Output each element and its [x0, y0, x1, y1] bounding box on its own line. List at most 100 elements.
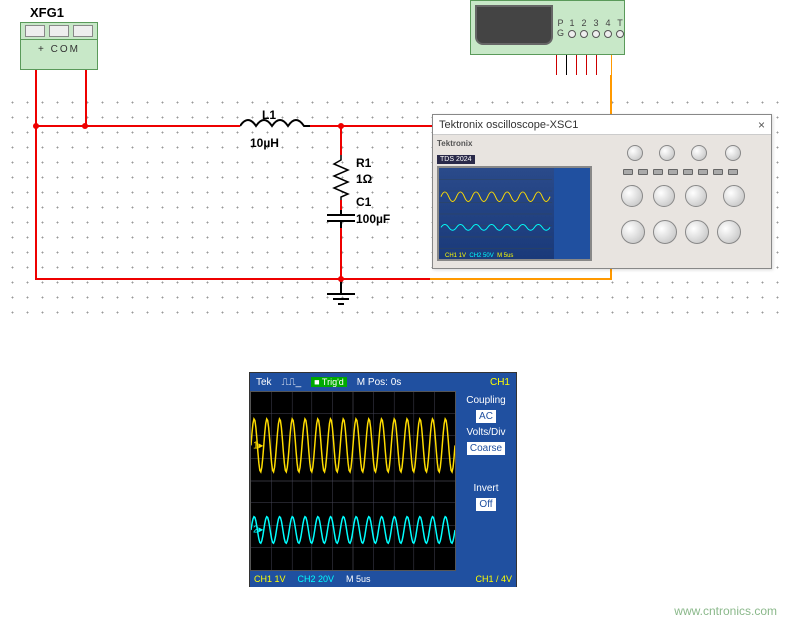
wire — [310, 125, 440, 127]
port-dot — [616, 30, 624, 38]
scope-screenshot-large: Tek ⎍⎍_ ■ Trig'd M Pos: 0s CH1 1▸ 2▸ Cou… — [249, 372, 517, 587]
port-dot — [580, 30, 588, 38]
circuit-node — [338, 276, 344, 282]
knob[interactable] — [659, 145, 675, 161]
xfg1-com-label: COM — [21, 40, 97, 55]
port-g: G — [557, 28, 564, 38]
wire-orange — [430, 278, 610, 280]
instr-pin-4 — [596, 55, 597, 75]
instr-pin-1 — [556, 55, 557, 75]
coupling-label: Coupling — [460, 395, 512, 406]
svg-text:1▸: 1▸ — [253, 440, 263, 451]
panel-button[interactable] — [713, 169, 723, 175]
watermark: www.cntronics.com — [674, 604, 777, 618]
L1-label: L1 — [262, 108, 276, 122]
knob-large[interactable] — [685, 220, 709, 244]
svg-text:2▸: 2▸ — [253, 524, 263, 535]
sine-icon — [25, 25, 45, 37]
instr-pin-2 — [576, 55, 577, 75]
wire — [340, 200, 342, 210]
triangle-icon — [49, 25, 69, 37]
scope-model: TDS 2024 — [437, 155, 475, 164]
scope-front-panel — [613, 135, 771, 268]
wire — [35, 125, 240, 127]
readout-ch2: CH2 20V — [298, 574, 335, 584]
scope-brand-text: Tek — [256, 377, 272, 388]
readout-trig: CH1 / 4V — [475, 574, 512, 584]
port-4: 4 — [605, 18, 610, 28]
invert-label: Invert — [460, 483, 512, 494]
port-2: 2 — [581, 18, 586, 28]
panel-button[interactable] — [638, 169, 648, 175]
xfg1-waveforms — [21, 23, 97, 40]
R1-value: 1Ω — [356, 172, 372, 186]
trigger-status: ■ Trig'd — [311, 377, 347, 387]
knob-large[interactable] — [717, 220, 741, 244]
C1-value: 100µF — [356, 212, 390, 226]
knob[interactable] — [621, 185, 643, 207]
knob[interactable] — [627, 145, 643, 161]
m-pos: M Pos: 0s — [357, 377, 401, 388]
scope-brand: Tektronix — [437, 139, 609, 148]
scope-menu-small — [554, 168, 590, 259]
wire — [35, 125, 37, 278]
wire — [340, 228, 342, 278]
oscilloscope-window[interactable]: Tektronix oscilloscope-XSC1 × Tektronix … — [432, 114, 772, 269]
resistor-symbol — [332, 155, 350, 200]
scope-readout-small: CH1 1V CH2 50V M 5us — [445, 253, 513, 259]
port-dot — [604, 30, 612, 38]
knob[interactable] — [691, 145, 707, 161]
instr-pin-g — [566, 55, 567, 75]
instrument-port-labels: PG 1 2 3 4 T — [557, 1, 624, 54]
wire — [35, 70, 37, 125]
scope-screen-small: CH1 1V CH2 50V M 5us — [437, 166, 592, 261]
panel-button[interactable] — [668, 169, 678, 175]
ground-symbol — [325, 293, 357, 309]
knob[interactable] — [725, 145, 741, 161]
ch-indicator: CH1 — [490, 377, 510, 388]
knob[interactable] — [685, 185, 707, 207]
C1-label: C1 — [356, 195, 371, 209]
knob[interactable] — [723, 185, 745, 207]
R1-label: R1 — [356, 156, 371, 170]
top-oscilloscope-icon[interactable]: PG 1 2 3 4 T — [470, 0, 625, 55]
scope-side-menu: Coupling AC Volts/Div Coarse Invert Off — [456, 391, 516, 571]
port-t: T — [617, 18, 623, 28]
window-titlebar[interactable]: Tektronix oscilloscope-XSC1 × — [433, 115, 771, 135]
scope-plot-area: 1▸ 2▸ — [250, 391, 456, 571]
knob-large[interactable] — [621, 220, 645, 244]
readout-time: M 5us — [346, 574, 371, 584]
knob-large[interactable] — [653, 220, 677, 244]
instr-pin-3 — [586, 55, 587, 75]
panel-button[interactable] — [698, 169, 708, 175]
L1-value: 10µH — [250, 136, 279, 150]
wire — [35, 278, 435, 280]
voltsdiv-value[interactable]: Coarse — [467, 442, 505, 455]
port-p: P — [557, 18, 563, 28]
xfg1-label: XFG1 — [30, 5, 64, 20]
port-dot — [592, 30, 600, 38]
panel-button[interactable] — [683, 169, 693, 175]
knob[interactable] — [653, 185, 675, 207]
scope-bottom-readout: CH1 1V CH2 20V M 5us CH1 / 4V — [250, 571, 516, 587]
function-generator[interactable]: COM — [20, 22, 98, 70]
port-3: 3 — [593, 18, 598, 28]
circuit-node — [338, 123, 344, 129]
window-title: Tektronix oscilloscope-XSC1 — [439, 119, 578, 131]
panel-button[interactable] — [728, 169, 738, 175]
square-icon — [73, 25, 93, 37]
circuit-node — [33, 123, 39, 129]
panel-button[interactable] — [653, 169, 663, 175]
port-dot — [568, 30, 576, 38]
scope-top-bar: Tek ⎍⎍_ ■ Trig'd M Pos: 0s CH1 — [250, 373, 516, 391]
invert-value[interactable]: Off — [476, 498, 495, 511]
wire — [85, 70, 87, 125]
panel-button[interactable] — [623, 169, 633, 175]
voltsdiv-label: Volts/Div — [460, 427, 512, 438]
capacitor-symbol — [322, 210, 360, 228]
close-icon[interactable]: × — [758, 118, 765, 132]
port-1: 1 — [569, 18, 574, 28]
coupling-value[interactable]: AC — [476, 410, 496, 423]
circuit-node — [82, 123, 88, 129]
readout-ch1: CH1 1V — [254, 574, 286, 584]
